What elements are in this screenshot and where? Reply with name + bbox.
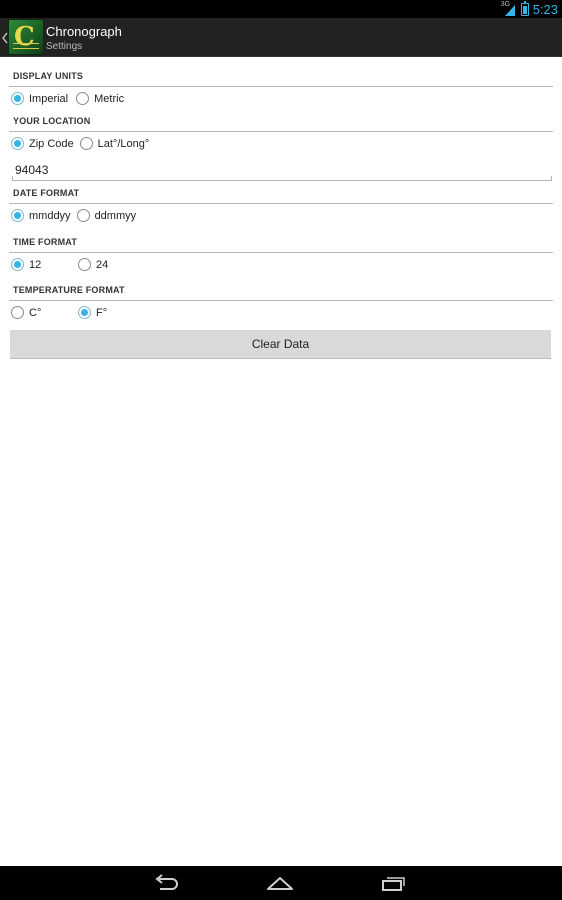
divider [9,86,553,87]
radio-label: 24 [96,258,109,271]
radio-fahrenheit[interactable]: F° [78,306,107,319]
radio-zip-code[interactable]: Zip Code [11,137,74,150]
temperature-format-group: C° F° [11,306,107,319]
radio-checked-icon[interactable] [78,306,91,319]
signal-icon: 3G [501,1,517,16]
radio-checked-icon[interactable] [11,137,24,150]
radio-imperial[interactable]: Imperial [11,92,68,105]
battery-icon [520,0,529,16]
radio-label: Metric [94,92,125,105]
display-units-group: Imperial Metric [11,92,124,105]
radio-checked-icon[interactable] [11,92,24,105]
status-icons: 3G 5:23 [501,0,558,18]
divider [9,252,553,253]
time-format-group: 12 24 [11,258,108,271]
radio-checked-icon[interactable] [11,209,24,222]
radio-metric[interactable]: Metric [76,92,124,105]
radio-12[interactable]: 12 [11,258,78,271]
radio-24[interactable]: 24 [78,258,108,271]
date-format-group: mmddyy ddmmyy [11,209,136,222]
radio-label: Imperial [29,92,69,105]
status-time: 5:23 [532,1,558,17]
radio-ddmmyy[interactable]: ddmmyy [76,209,137,222]
app-title: Chronograph [46,24,122,39]
screen-subtitle: Settings [46,41,83,52]
app-logo-icon[interactable]: C [8,19,44,55]
radio-lat-long[interactable]: Lat°/Long° [79,137,150,150]
display-units-header: DISPLAY UNITS [13,71,84,81]
zip-code-field[interactable] [12,161,552,181]
divider [9,203,553,204]
radio-unchecked-icon[interactable] [11,306,24,319]
date-format-header: DATE FORMAT [13,188,80,198]
navigation-bar [0,866,562,900]
location-group: Zip Code Lat°/Long° [11,137,149,150]
radio-unchecked-icon[interactable] [79,137,93,150]
clear-data-button[interactable]: Clear Data [10,330,551,358]
status-bar: 3G 5:23 [0,0,562,18]
time-format-header: TIME FORMAT [13,237,78,247]
radio-label: F° [96,306,108,319]
radio-label: Lat°/Long° [97,137,150,150]
zip-code-input[interactable] [15,163,545,177]
temperature-format-header: TEMPERATURE FORMAT [13,285,125,295]
divider [9,131,553,132]
back-icon[interactable] [152,874,180,892]
your-location-header: YOUR LOCATION [13,116,91,126]
radio-checked-icon[interactable] [11,258,24,271]
radio-mmddyy[interactable]: mmddyy [11,209,71,222]
divider [9,300,553,301]
radio-label: 12 [29,258,42,271]
home-icon[interactable] [266,874,294,892]
radio-label: ddmmyy [94,209,137,222]
radio-label: mmddyy [29,209,71,222]
radio-label: Zip Code [29,137,74,150]
radio-celsius[interactable]: C° [11,306,78,319]
radio-unchecked-icon[interactable] [76,92,90,105]
recent-apps-icon[interactable] [380,874,408,892]
radio-unchecked-icon[interactable] [76,209,90,222]
action-bar: C Chronograph Settings [0,18,562,57]
radio-unchecked-icon[interactable] [78,258,91,271]
radio-label: C° [29,306,42,319]
